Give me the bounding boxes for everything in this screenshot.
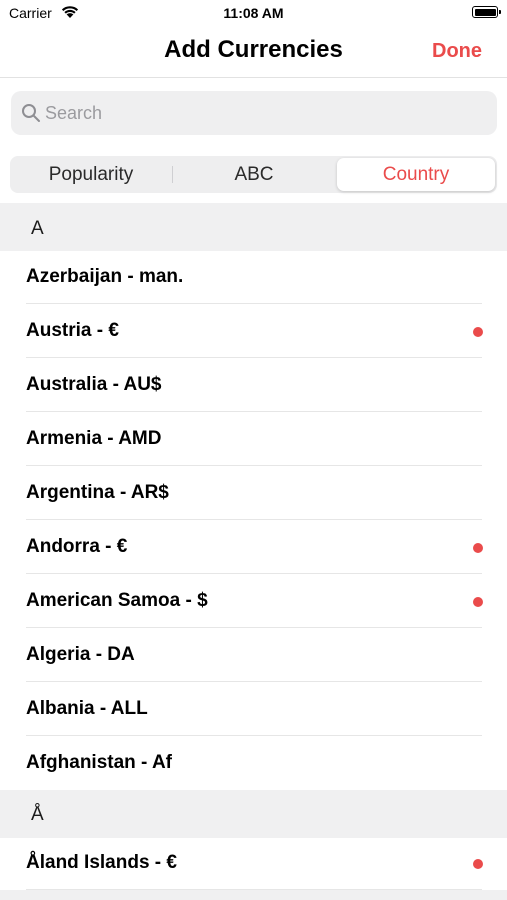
currency-label: Argentina - AR$ [26, 482, 169, 503]
page-title: Add Currencies [164, 36, 343, 63]
currency-label: Andorra - € [26, 536, 128, 557]
currency-label: Algeria - DA [26, 644, 135, 665]
list-item[interactable]: Andorra - € [0, 520, 507, 574]
sort-segmented-control: Popularity ABC Country [10, 156, 497, 193]
list-item[interactable]: Australia - AU$ [0, 358, 507, 412]
currency-label: Afghanistan - Af [26, 752, 173, 773]
section-header-label: Å [31, 804, 44, 825]
red-dot-icon [473, 597, 483, 607]
battery-icon [472, 6, 501, 18]
segment-popularity[interactable]: Popularity [10, 156, 172, 193]
list-item[interactable]: Armenia - AMD [0, 412, 507, 466]
search-icon [22, 104, 40, 122]
currency-label: Albania - ALL [26, 698, 148, 719]
section-header-label: A [31, 218, 44, 239]
red-dot-icon [473, 327, 483, 337]
currency-label: Armenia - AMD [26, 428, 162, 449]
section-header-a: A [0, 203, 507, 251]
red-dot-icon [473, 859, 483, 869]
list-item[interactable]: Åland Islands - € [0, 836, 507, 890]
list-item[interactable]: Azerbaijan - man. [0, 250, 507, 304]
status-time: 11:08 AM [223, 5, 284, 21]
currency-label: Azerbaijan - man. [26, 266, 184, 287]
currency-label: Austria - € [26, 320, 119, 341]
currency-label: Australia - AU$ [26, 374, 162, 395]
section-header-next [0, 890, 507, 900]
status-bar: Carrier 11:08 AM [0, 0, 507, 28]
currency-label: American Samoa - $ [26, 590, 208, 611]
list-item[interactable]: Afghanistan - Af [0, 736, 507, 790]
search-input[interactable] [45, 91, 485, 135]
list-item[interactable]: Algeria - DA [0, 628, 507, 682]
segment-country[interactable]: Country [337, 158, 495, 191]
red-dot-icon [473, 543, 483, 553]
search-bar[interactable] [11, 91, 497, 135]
segment-abc[interactable]: ABC [173, 156, 335, 193]
done-button[interactable]: Done [432, 40, 482, 63]
section-header-a-ring: Å [0, 790, 507, 838]
list-item[interactable]: American Samoa - $ [0, 574, 507, 628]
navigation-bar: Add Currencies Done [0, 28, 507, 78]
list-item[interactable]: Albania - ALL [0, 682, 507, 736]
currency-label: Åland Islands - € [26, 852, 177, 873]
list-item[interactable]: Austria - € [0, 304, 507, 358]
list-item[interactable]: Argentina - AR$ [0, 466, 507, 520]
